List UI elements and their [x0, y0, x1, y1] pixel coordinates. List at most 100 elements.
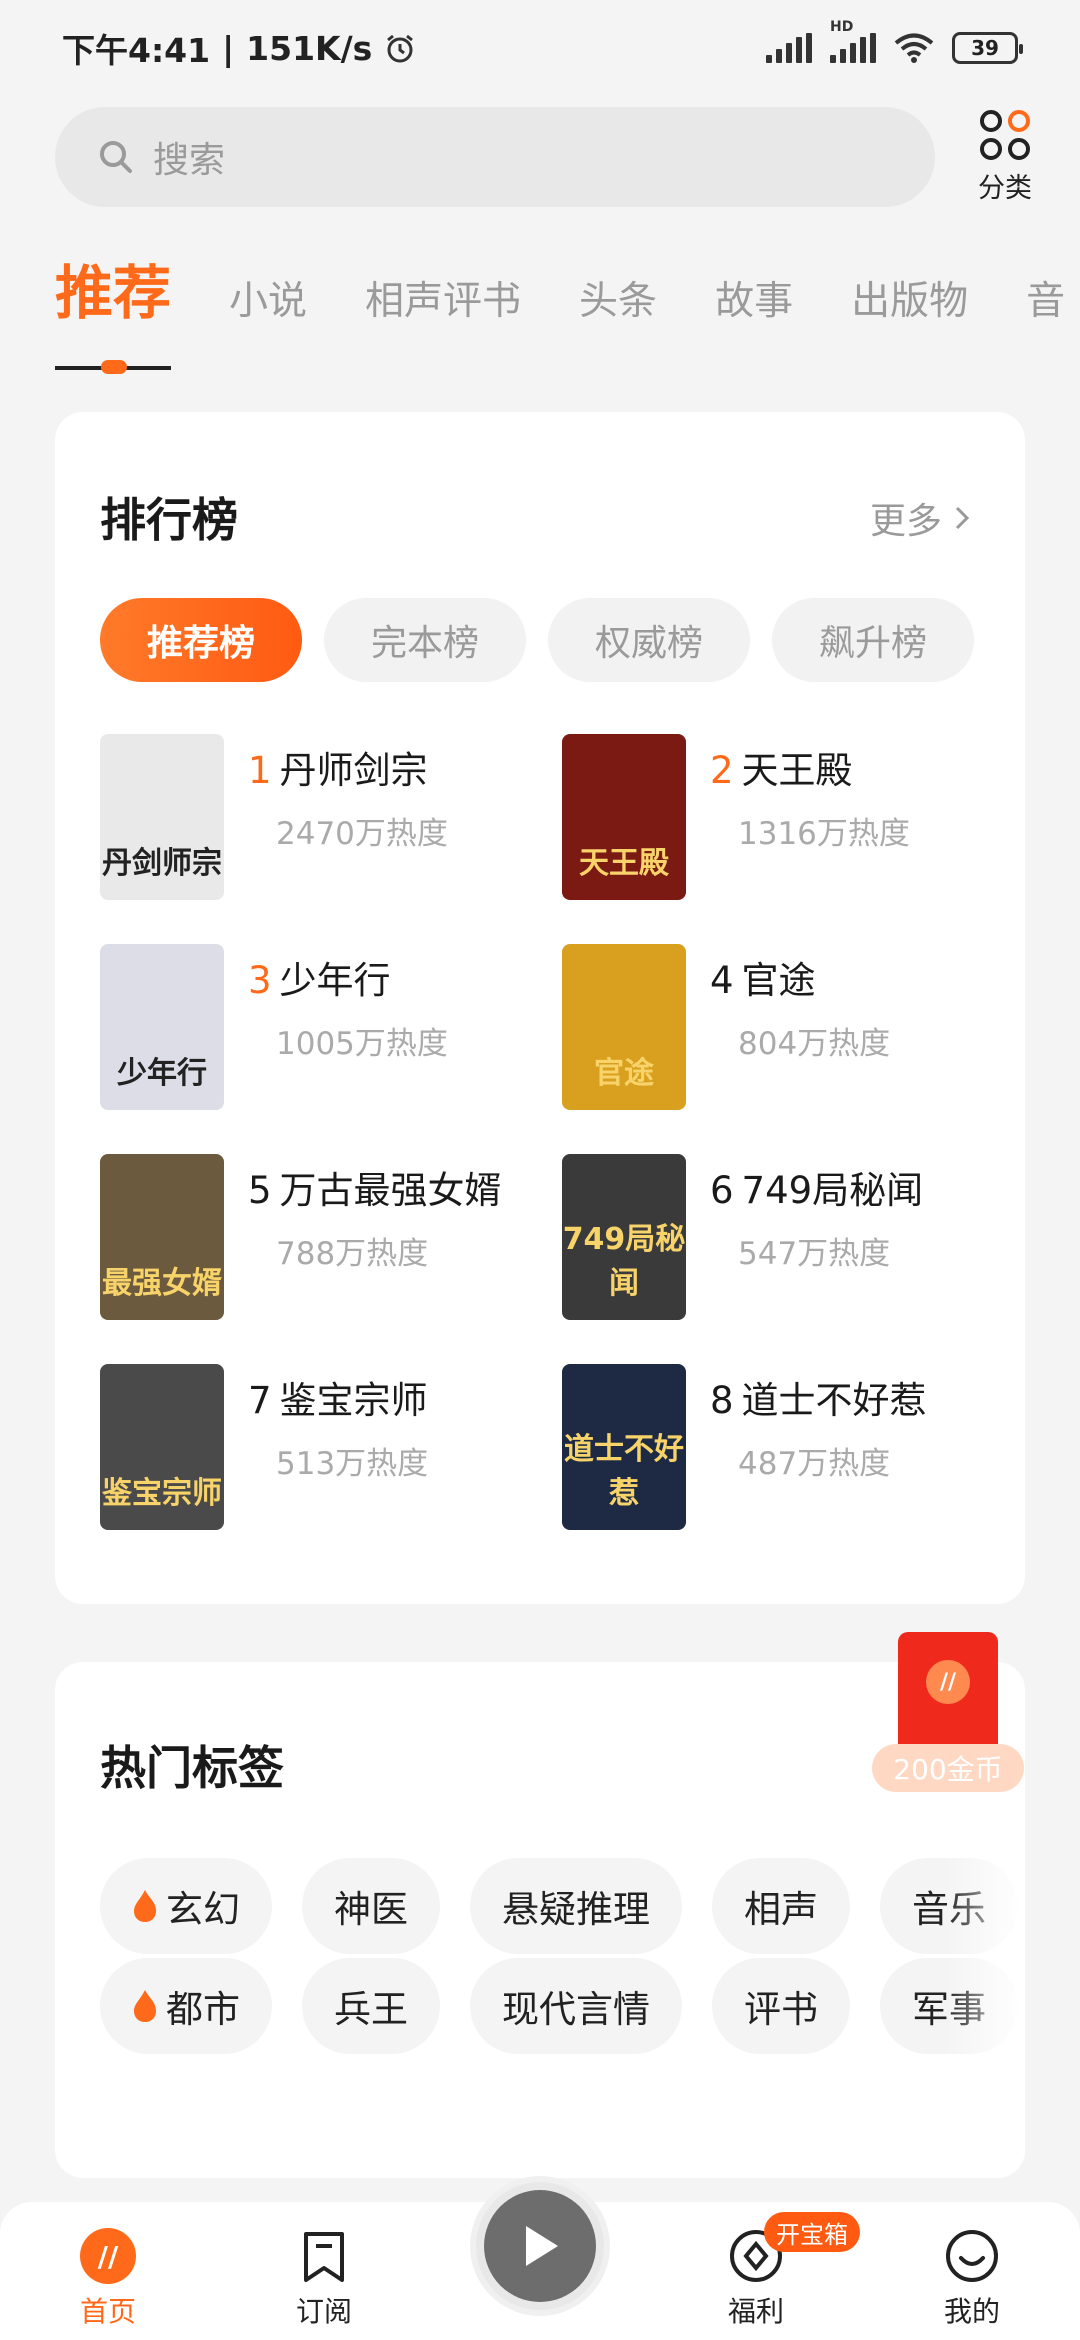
- tag-label: 现代言情: [502, 1988, 650, 2031]
- tab-headlines[interactable]: 头条: [579, 240, 657, 326]
- top-tabs: 推荐 小说 相声评书 头条 故事 出版物 音: [55, 240, 1080, 374]
- book-cover: 少年行: [100, 944, 224, 1110]
- status-speed: 151K/s: [246, 28, 373, 68]
- rank-number: 4: [710, 959, 734, 1002]
- ranking-item[interactable]: 天王殿 2 天王殿 1316万热度: [562, 734, 1000, 900]
- ranking-item[interactable]: 最强女婿 5 万古最强女婿 788万热度: [100, 1154, 562, 1320]
- tag-chip[interactable]: 玄幻: [100, 1858, 272, 1954]
- book-heat: 487万热度: [738, 1446, 891, 1482]
- nav-mine-label: 我的: [943, 2295, 1000, 2328]
- nav-subscribe-label: 订阅: [295, 2295, 352, 2328]
- flame-icon: [134, 1890, 156, 1922]
- book-name: 天王殿: [741, 749, 853, 792]
- ranking-item[interactable]: 鉴宝宗师 7 鉴宝宗师 513万热度: [100, 1364, 562, 1530]
- tag-row: 都市兵王现代言情评书军事: [100, 1958, 1018, 2054]
- nav-home[interactable]: // 首页: [48, 2228, 168, 2330]
- search-input[interactable]: 搜索: [55, 107, 935, 207]
- book-cover: 749局秘闻: [562, 1154, 686, 1320]
- status-left: 下午4:41 | 151K/s: [62, 24, 416, 72]
- rank-number: 6: [710, 1169, 734, 1212]
- rank-info: 6 749局秘闻 547万热度: [710, 1154, 923, 1320]
- welfare-badge: 开宝箱: [764, 2212, 860, 2252]
- tab-crosstalk[interactable]: 相声评书: [365, 240, 521, 326]
- tag-chip[interactable]: 神医: [302, 1858, 440, 1954]
- book-title: 4 官途: [710, 950, 890, 1004]
- book-title: 8 道士不好惹: [710, 1370, 927, 1424]
- tag-chip[interactable]: 兵王: [302, 1958, 440, 2054]
- chip-rising[interactable]: 飙升榜: [772, 598, 974, 682]
- book-heat: 513万热度: [276, 1446, 429, 1482]
- now-playing-button[interactable]: [470, 2176, 610, 2316]
- book-title: 7 鉴宝宗师: [248, 1370, 428, 1424]
- wifi-icon: [894, 33, 934, 63]
- tab-publications[interactable]: 出版物: [851, 240, 968, 326]
- book-heat: 1316万热度: [738, 816, 910, 852]
- cover-title: 少年行: [117, 1056, 207, 1091]
- ranking-item[interactable]: 749局秘闻 6 749局秘闻 547万热度: [562, 1154, 1000, 1320]
- signal-icon: [766, 33, 812, 63]
- tab-label: 推荐: [55, 259, 172, 327]
- smiley-icon: [946, 2230, 998, 2282]
- tag-label: 评书: [744, 1988, 818, 2031]
- ranking-item[interactable]: 少年行 3 少年行 1005万热度: [100, 944, 562, 1110]
- tab-music[interactable]: 音: [1026, 240, 1065, 326]
- battery-level: 39: [971, 36, 999, 60]
- cover-title: 最强女婿: [102, 1266, 222, 1301]
- chevron-right-icon: [955, 506, 970, 530]
- tag-chip[interactable]: 评书: [712, 1958, 850, 2054]
- ranking-item[interactable]: 道士不好惹 8 道士不好惹 487万热度: [562, 1364, 1000, 1530]
- nav-welfare-label: 福利: [727, 2295, 784, 2328]
- tab-stories[interactable]: 故事: [715, 240, 793, 326]
- book-title: 6 749局秘闻: [710, 1160, 923, 1214]
- tag-chip[interactable]: 都市: [100, 1958, 272, 2054]
- coin-icon: //: [926, 1660, 970, 1704]
- tag-chip[interactable]: 现代言情: [470, 1958, 682, 2054]
- more-label: 更多: [869, 501, 942, 542]
- rank-info: 4 官途 804万热度: [710, 944, 890, 1110]
- red-packet-label: 200金币: [872, 1744, 1024, 1792]
- book-cover: 最强女婿: [100, 1154, 224, 1320]
- chip-authority[interactable]: 权威榜: [548, 598, 750, 682]
- ranking-item[interactable]: 官途 4 官途 804万热度: [562, 944, 1000, 1110]
- book-cover: 道士不好惹: [562, 1364, 686, 1530]
- book-title: 3 少年行: [248, 950, 448, 1004]
- book-name: 道士不好惹: [741, 1379, 927, 1422]
- chip-completed[interactable]: 完本榜: [324, 598, 526, 682]
- ranking-item[interactable]: 丹剑师宗 1 丹师剑宗 2470万热度: [100, 734, 562, 900]
- tag-chip[interactable]: 相声: [712, 1858, 850, 1954]
- rank-number: 1: [248, 749, 272, 792]
- ranking-card: 排行榜 更多 推荐榜 完本榜 权威榜 飙升榜 丹剑师宗 1 丹师剑宗 2470万热度天…: [55, 412, 1025, 1604]
- network-label: HD: [830, 19, 854, 35]
- bookmark-icon: [304, 2232, 344, 2282]
- tab-novel[interactable]: 小说: [229, 240, 307, 326]
- book-name: 少年行: [279, 959, 391, 1002]
- nav-mine[interactable]: 我的: [912, 2228, 1032, 2330]
- cover-title: 丹剑师宗: [102, 846, 222, 881]
- category-button[interactable]: 分类: [960, 109, 1050, 205]
- cover-title: 鉴宝宗师: [102, 1476, 222, 1511]
- search-placeholder: 搜索: [153, 140, 226, 181]
- book-heat: 804万热度: [738, 1026, 891, 1062]
- nav-subscribe[interactable]: 订阅: [264, 2228, 384, 2330]
- tag-row: 玄幻神医悬疑推理相声音乐: [100, 1858, 1018, 1954]
- more-link[interactable]: 更多: [870, 492, 970, 544]
- search-row: 搜索 分类: [55, 106, 1050, 208]
- play-icon: [526, 2226, 558, 2266]
- cover-title: 天王殿: [579, 846, 669, 881]
- red-packet-button[interactable]: // 200金币: [872, 1632, 1024, 1792]
- hd-signal-icon: HD: [830, 19, 876, 63]
- book-heat: 788万热度: [276, 1236, 429, 1272]
- status-bar: 下午4:41 | 151K/s HD 39: [0, 0, 1080, 96]
- chip-recommend[interactable]: 推荐榜: [100, 598, 302, 682]
- rank-number: 7: [248, 1379, 272, 1422]
- player-disc: [484, 2190, 596, 2302]
- rank-number: 2: [710, 749, 734, 792]
- book-name: 749局秘闻: [741, 1169, 924, 1212]
- tab-indicator: [55, 360, 172, 374]
- status-right: HD 39: [766, 19, 1023, 64]
- alarm-icon: [387, 34, 414, 63]
- tag-chip[interactable]: 悬疑推理: [470, 1858, 682, 1954]
- category-label: 分类: [978, 172, 1032, 204]
- tab-recommend[interactable]: 推荐: [55, 240, 172, 374]
- home-icon: //: [80, 2228, 136, 2284]
